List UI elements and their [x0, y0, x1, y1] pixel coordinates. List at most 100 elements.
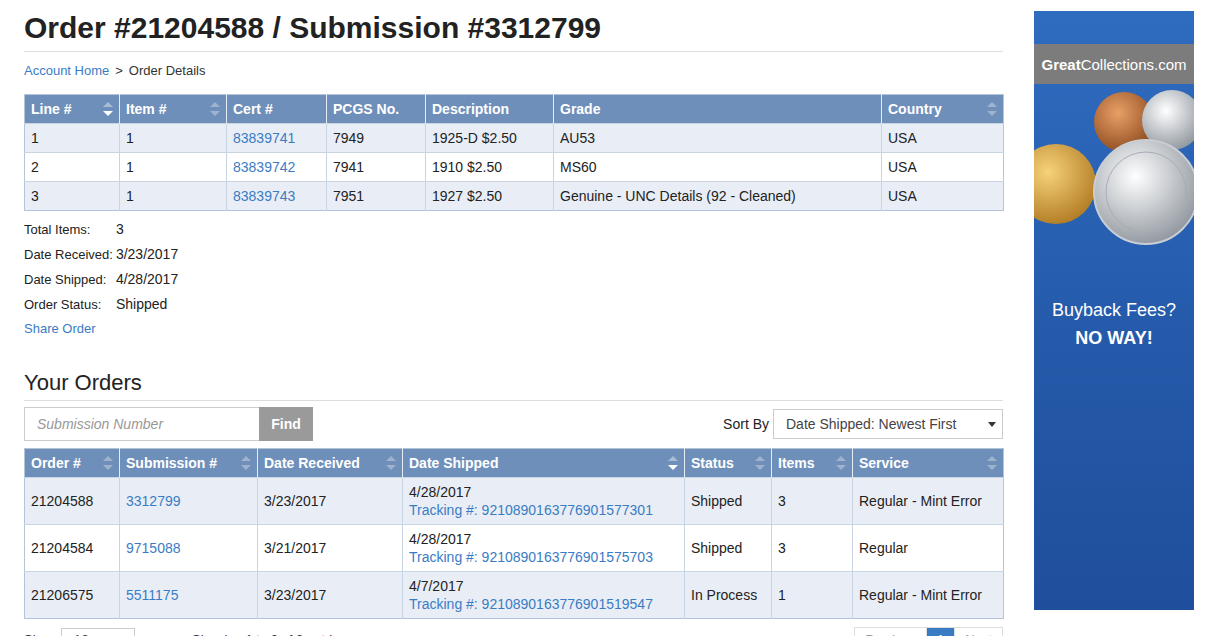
submission-link[interactable]: 3312799 [126, 493, 181, 509]
table-cell: 3 [25, 182, 120, 211]
status-cell: In Process [685, 572, 772, 619]
service-cell: Regular - Mint Error [853, 572, 1004, 619]
column-header[interactable]: Submission # [120, 449, 258, 478]
summary-value: 3 [116, 217, 1003, 242]
summary-label: Date Shipped: [24, 267, 113, 292]
sort-icon[interactable] [836, 456, 846, 470]
column-header[interactable]: Line # [25, 95, 120, 124]
table-footer: Show10Showing 1 to 3 of 3 entriesPreviou… [24, 627, 1003, 636]
column-header[interactable]: Items [772, 449, 853, 478]
ad-logo: GreatCollections.com [1034, 44, 1194, 84]
find-button[interactable]: Find [259, 407, 313, 441]
sort-icon[interactable] [755, 456, 765, 470]
submission-cell: 9715088 [120, 525, 258, 572]
order-cell: 21204584 [25, 525, 120, 572]
search-group: Find [24, 407, 313, 441]
table-cell: USA [882, 124, 1004, 153]
order-row: 2120657555111753/23/20174/7/2017Tracking… [25, 572, 1004, 619]
items-cell: 3 [772, 478, 853, 525]
submission-link[interactable]: 5511175 [126, 587, 178, 603]
order-row: 21204584 9715088 3/21/20174/28/2017Trackin… [25, 525, 1004, 572]
pagination: Previous1Next [855, 627, 1003, 636]
status-cell: Shipped [685, 478, 772, 525]
submission-cell: 5511175 [120, 572, 258, 619]
orders-table: Order #Submission #Date ReceivedDate Shi… [24, 448, 1004, 619]
breadcrumb-item: > [115, 63, 123, 79]
sort-select[interactable]: Date Shipped: Newest First [773, 409, 1003, 439]
column-header[interactable]: Service [853, 449, 1004, 478]
page-button[interactable]: Next [954, 627, 1003, 636]
page-button[interactable]: 1 [926, 627, 955, 636]
column-header[interactable]: Date Received [258, 449, 403, 478]
received-cell: 3/21/2017 [258, 525, 403, 572]
table-header: Line #Item #Cert #PCGS No.DescriptionGra… [25, 95, 1004, 124]
table-cell: 83839741 [227, 124, 327, 153]
table-cell: 7951 [327, 182, 426, 211]
cert-link[interactable]: 83839742 [233, 159, 295, 175]
breadcrumb-link[interactable]: Account Home [24, 63, 109, 79]
column-header[interactable]: Order # [25, 449, 120, 478]
sort-icon[interactable] [987, 102, 997, 116]
table-cell: 7941 [327, 153, 426, 182]
shipped-cell: 4/28/2017Tracking #: 9210890163776901577… [403, 478, 685, 525]
table-cell: 2 [25, 153, 120, 182]
sort-group: Sort ByDate Shipped: Newest First [723, 409, 1003, 439]
page-button[interactable]: Previous [854, 627, 927, 636]
orders-toolbar: Find Sort ByDate Shipped: Newest First [24, 407, 1003, 441]
caret-icon [988, 422, 996, 427]
tracking-link[interactable]: Tracking #: 9210890163776901519547 [409, 595, 678, 613]
table-cell: 1927 $2.50 [426, 182, 554, 211]
sort-icon[interactable] [386, 456, 396, 470]
shipped-cell: 4/28/2017Tracking #: 9210890163776901575… [403, 525, 685, 572]
cert-link[interactable]: 83839743 [233, 188, 295, 204]
column-header[interactable]: Item # [120, 95, 227, 124]
order-row: 2120458833127993/23/20174/28/2017Trackin… [25, 478, 1004, 525]
entries-info: Showing 1 to 3 of 3 entries [192, 632, 855, 636]
table-cell: 83839743 [227, 182, 327, 211]
column-header: Description [426, 95, 554, 124]
order-summary: Total Items:3Date Received:3/23/2017Date… [24, 217, 1003, 341]
breadcrumb-item: Order Details [129, 63, 206, 79]
column-header: Cert # [227, 95, 327, 124]
tracking-link[interactable]: Tracking #: 9210890163776901577301 [409, 501, 678, 519]
sort-icon[interactable] [668, 456, 678, 470]
sort-label: Sort By [723, 416, 769, 432]
received-cell: 3/23/2017 [258, 572, 403, 619]
page: Order #21204588 / Submission #3312799Acc… [0, 0, 1221, 636]
summary-value: 4/28/2017 [116, 267, 1003, 292]
summary-label: Order Status: [24, 292, 113, 317]
order-cell: 21204588 [25, 478, 120, 525]
column-header: PCGS No. [327, 95, 426, 124]
column-header[interactable]: Date Shipped [403, 449, 685, 478]
table-cell: MS60 [554, 153, 882, 182]
column-header[interactable]: Country [882, 95, 1004, 124]
summary-value: 3/23/2017 [116, 242, 1003, 267]
items-cell: 1 [772, 572, 853, 619]
submission-cell: 3312799 [120, 478, 258, 525]
submission-link[interactable]: 9715088 [126, 540, 181, 556]
table-cell: 1 [120, 153, 227, 182]
sort-icon[interactable] [987, 456, 997, 470]
sort-icon[interactable] [103, 102, 113, 116]
ad-banner[interactable]: GreatCollections.com Buyback Fees?NO WAY! [1034, 11, 1194, 610]
table-cell: Genuine - UNC Details (92 - Cleaned) [554, 182, 882, 211]
table-cell: 7949 [327, 124, 426, 153]
table-cell: 1925-D $2.50 [426, 124, 554, 153]
table-cell: 1 [25, 124, 120, 153]
ad-text: Buyback Fees?NO WAY! [1034, 296, 1194, 352]
table-row: 218383974279411910 $2.50MS60USA [25, 153, 1004, 182]
sort-icon[interactable] [210, 102, 220, 116]
summary-label: Total Items: [24, 217, 113, 242]
sort-icon[interactable] [103, 456, 113, 470]
sort-icon[interactable] [241, 456, 251, 470]
page-size-select[interactable]: 10 [61, 628, 135, 636]
cert-link[interactable]: 83839741 [233, 130, 295, 146]
table-cell: 1910 $2.50 [426, 153, 554, 182]
share-order-link[interactable]: Share Order [24, 317, 1003, 341]
search-input[interactable] [24, 407, 259, 441]
service-cell: Regular [853, 525, 1004, 572]
tracking-link[interactable]: Tracking #: 9210890163776901575703 [409, 548, 678, 566]
column-header[interactable]: Status [685, 449, 772, 478]
column-header: Grade [554, 95, 882, 124]
table-cell: AU53 [554, 124, 882, 153]
